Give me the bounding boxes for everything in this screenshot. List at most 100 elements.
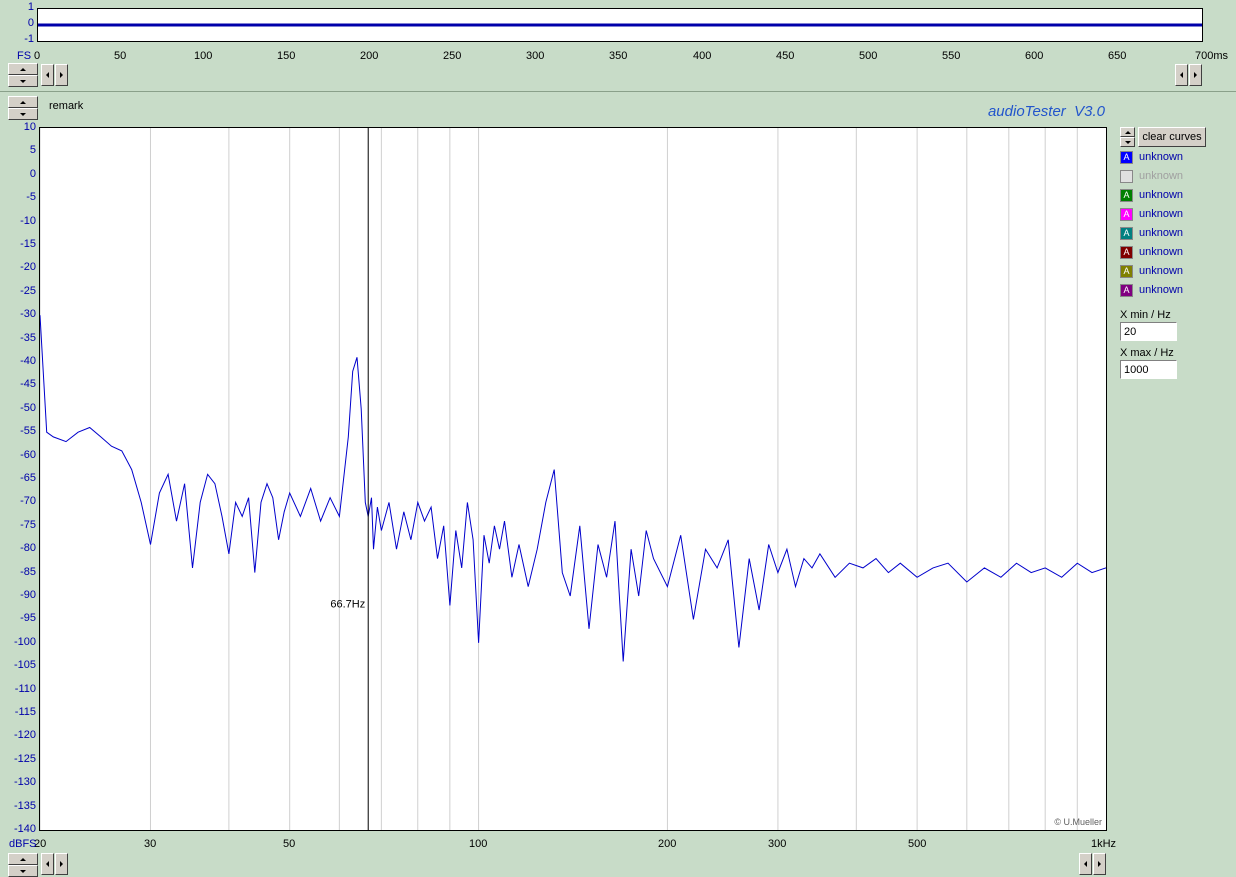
freq-y-tick-label: -95: [20, 612, 36, 624]
freq-x-tick-label: 50: [283, 838, 296, 850]
time-scroll-right-button[interactable]: [55, 64, 68, 86]
app-title: audioTester V3.0: [987, 103, 1105, 120]
freq-x-tick-label: 1kHz: [1091, 838, 1117, 850]
copyright-label: © U.Mueller: [1054, 817, 1102, 827]
remark-label[interactable]: remark: [49, 100, 83, 112]
legend-item-label: unknown: [1139, 151, 1184, 163]
legend-down-button[interactable]: [1120, 137, 1135, 147]
time-x-tick-label: 50: [114, 50, 127, 62]
time-x-tick-label: 300: [526, 50, 545, 62]
curve-color-swatch-icon[interactable]: A: [1120, 264, 1133, 278]
legend-item[interactable]: Aunknown: [1120, 187, 1183, 203]
curve-color-swatch-icon[interactable]: A: [1120, 226, 1133, 240]
freq-y-tick-label: -105: [13, 659, 36, 671]
time-range-right-button[interactable]: [1189, 64, 1202, 86]
time-x-tick-label: 500: [859, 50, 878, 62]
freq-y-tick-label: -50: [20, 402, 36, 414]
curve-color-swatch-icon[interactable]: A: [1120, 245, 1133, 259]
time-x-tick-label: 250: [443, 50, 462, 62]
freq-y-tick-label: -110: [14, 683, 36, 695]
freq-y-tick-label: -75: [20, 519, 36, 531]
freq-y-tick-label: 0: [29, 168, 36, 180]
freq-plot-svg: 66.7Hz: [40, 128, 1106, 830]
time-y-tick-label: 1: [27, 1, 34, 13]
time-x-tick-label: 650: [1108, 50, 1127, 62]
time-x-tick-label: 350: [609, 50, 628, 62]
freq-y-tick-label: -125: [13, 753, 36, 765]
freq-zoom-up-button[interactable]: [8, 96, 38, 108]
freq-scroll-left-button[interactable]: [41, 853, 54, 875]
freq-range-right-button[interactable]: [1093, 853, 1106, 875]
time-zoom-down-button[interactable]: [8, 75, 38, 87]
legend-item[interactable]: unknown: [1120, 168, 1183, 184]
freq-y-tick-label: -120: [13, 729, 36, 741]
freq-y-tick-label: -40: [20, 355, 36, 367]
panel-divider: [0, 91, 1236, 92]
xmax-label: X max / Hz: [1120, 347, 1174, 359]
freq-y-tick-label: 5: [29, 144, 36, 156]
legend-item-label: unknown: [1139, 246, 1184, 258]
freq-y-tick-label: -130: [13, 776, 36, 788]
time-range-left-button[interactable]: [1175, 64, 1188, 86]
legend-item[interactable]: Aunknown: [1120, 225, 1183, 241]
time-y-tick-label: -1: [24, 33, 34, 45]
spectrum-curve: [40, 315, 1106, 662]
freq-scroll-right-button[interactable]: [55, 853, 68, 875]
freq-y-tick-label: -135: [13, 800, 36, 812]
freq-x-tick-label: 30: [144, 838, 157, 850]
freq-plot-area: 66.7Hz © U.Mueller: [39, 127, 1107, 831]
time-x-tick-label: 200: [360, 50, 379, 62]
freq-y-tick-label: -30: [20, 308, 36, 320]
legend-item[interactable]: Aunknown: [1120, 149, 1183, 165]
legend-item-label: unknown: [1139, 189, 1184, 201]
freq-y-tick-label: -45: [20, 378, 36, 390]
xmax-input[interactable]: [1120, 360, 1177, 379]
freq-y-tick-label: -90: [20, 589, 36, 601]
legend-item[interactable]: Aunknown: [1120, 206, 1183, 222]
freq-x-tick-label: 200: [658, 838, 677, 850]
freq-y-tick-label: -80: [20, 542, 36, 554]
legend-up-button[interactable]: [1120, 127, 1135, 137]
freq-y-tick-label: -35: [20, 332, 36, 344]
freq-y-tick-label: -15: [20, 238, 36, 250]
curve-color-swatch-icon[interactable]: A: [1120, 283, 1133, 297]
freq-y-tick-label: -115: [14, 706, 36, 718]
freq-y-tick-label: 10: [23, 121, 36, 133]
time-x-unit-label: FS: [17, 50, 32, 62]
time-x-tick-label: 450: [776, 50, 795, 62]
curve-color-swatch-icon[interactable]: A: [1120, 188, 1133, 202]
freq-bottom-zoom-up-button[interactable]: [8, 853, 38, 865]
freq-y-tick-label: -140: [13, 823, 36, 835]
curve-color-swatch-icon[interactable]: A: [1120, 207, 1133, 221]
legend-item[interactable]: Aunknown: [1120, 263, 1183, 279]
legend-item[interactable]: Aunknown: [1120, 244, 1183, 260]
time-x-tick-label: 150: [277, 50, 296, 62]
clear-curves-button[interactable]: clear curves: [1138, 127, 1206, 147]
time-x-tick-label: 400: [693, 50, 712, 62]
legend-item[interactable]: Aunknown: [1120, 282, 1183, 298]
legend-item-label: unknown: [1139, 208, 1184, 220]
freq-y-tick-label: -70: [20, 495, 36, 507]
time-zoom-up-button[interactable]: [8, 63, 38, 75]
time-y-tick-label: 0: [27, 17, 34, 29]
freq-x-tick-label: 500: [908, 838, 927, 850]
freq-x-tick-label: 100: [469, 838, 488, 850]
freq-range-left-button[interactable]: [1079, 853, 1092, 875]
freq-y-tick-label: -5: [26, 191, 36, 203]
time-scroll-left-button[interactable]: [41, 64, 54, 86]
freq-bottom-zoom-down-button[interactable]: [8, 865, 38, 877]
freq-x-tick-label: 300: [768, 838, 787, 850]
curve-color-swatch-icon[interactable]: A: [1120, 150, 1133, 164]
freq-y-tick-label: -85: [20, 566, 36, 578]
xmin-input[interactable]: [1120, 322, 1177, 341]
cursor-frequency-label: 66.7Hz: [330, 599, 365, 611]
curve-color-swatch-icon[interactable]: [1120, 169, 1133, 183]
freq-y-tick-label: -100: [13, 636, 36, 648]
freq-y-tick-label: -65: [20, 472, 36, 484]
freq-y-tick-label: -25: [20, 285, 36, 297]
freq-y-tick-label: -10: [20, 215, 36, 227]
legend-item-label: unknown: [1139, 170, 1184, 182]
freq-zoom-down-button[interactable]: [8, 108, 38, 120]
time-x-tick-label: 700ms: [1195, 50, 1229, 62]
freq-y-tick-label: -60: [20, 449, 36, 461]
